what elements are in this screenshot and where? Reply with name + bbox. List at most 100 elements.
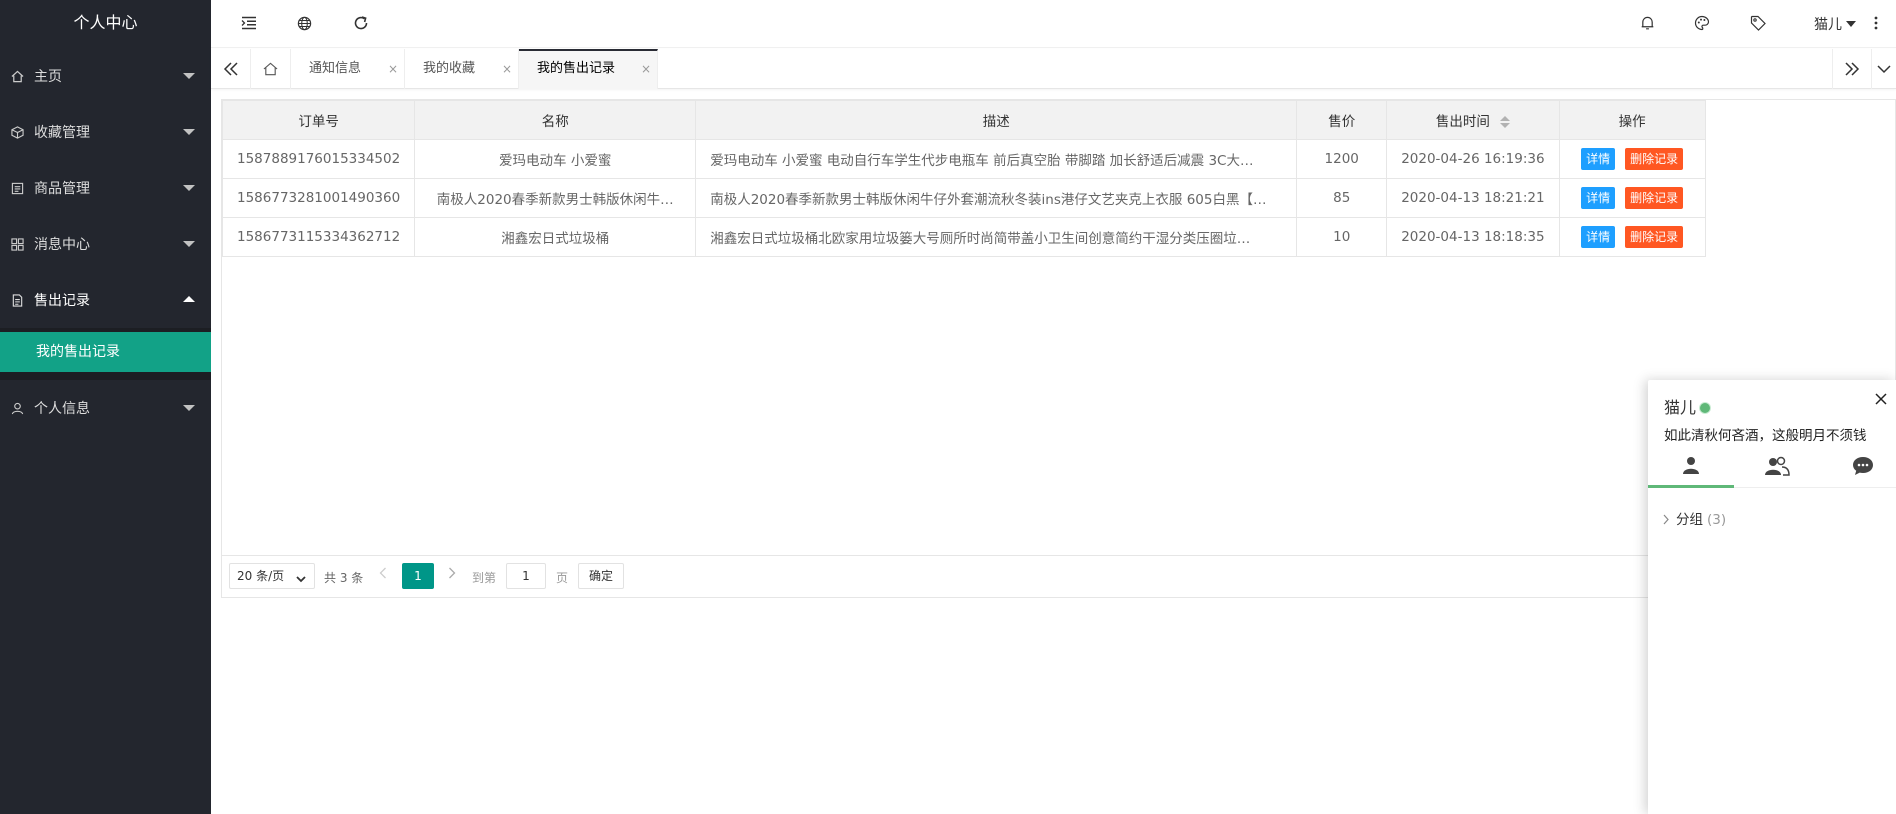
table-header-row: 订单号 名称 描述 售价 售出时间 操作 bbox=[221, 100, 1706, 140]
detail-button[interactable]: 详情 bbox=[1581, 187, 1616, 209]
delete-record-button[interactable]: 删除记录 bbox=[1625, 148, 1684, 170]
sidebar-item-label: 商品管理 bbox=[34, 181, 90, 197]
caret-down-icon bbox=[183, 73, 195, 79]
chat-signature: 如此清秋何吝酒，这般明月不须钱 bbox=[1664, 428, 1867, 444]
goto-confirm-button[interactable]: 确定 bbox=[578, 563, 624, 589]
cell-actions: 详情 删除记录 bbox=[1558, 139, 1706, 179]
close-icon[interactable] bbox=[1874, 392, 1888, 410]
tabs-menu-chevron-down-icon[interactable] bbox=[1872, 49, 1896, 89]
close-icon[interactable]: × bbox=[502, 49, 512, 89]
close-icon[interactable]: × bbox=[388, 49, 398, 89]
total-count: 共 3 条 bbox=[324, 571, 364, 585]
bell-icon[interactable] bbox=[1636, 12, 1658, 34]
tabs-scroll-right-icon[interactable] bbox=[1832, 49, 1872, 89]
table-row: 1586773115334362712 湘鑫宏日式垃圾桶 湘鑫宏日式垃圾桶北欧家… bbox=[221, 217, 1706, 257]
palette-icon[interactable] bbox=[1691, 12, 1713, 34]
sidebar-item-label: 主页 bbox=[34, 69, 62, 85]
cell-price: 85 bbox=[1296, 178, 1388, 218]
col-sold-time-label: 售出时间 bbox=[1435, 114, 1490, 130]
page-unit-label: 页 bbox=[556, 571, 569, 585]
home-icon bbox=[10, 69, 24, 83]
cell-order-no: 1586773281001490360 bbox=[221, 178, 416, 218]
menu-fold-icon[interactable] bbox=[238, 12, 260, 34]
next-page-icon[interactable] bbox=[448, 567, 456, 583]
group-icon bbox=[1764, 456, 1790, 480]
sales-table: 订单号 名称 描述 售价 售出时间 操作 1587889176015334502… bbox=[221, 100, 1706, 257]
tab-bar: 通知信息 × 我的收藏 × 我的售出记录 × bbox=[211, 49, 1896, 89]
cell-desc: 南极人2020春季新款男士韩版休闲牛仔外套潮流秋冬装ins港仔文艺夹克上衣服 6… bbox=[695, 178, 1298, 218]
sidebar-item-profile[interactable]: 个人信息 bbox=[0, 380, 211, 436]
more-vertical-icon[interactable] bbox=[1869, 12, 1883, 34]
person-icon bbox=[1681, 455, 1701, 479]
sidebar-item-home[interactable]: 主页 bbox=[0, 48, 211, 104]
chat-bubble-icon bbox=[1852, 456, 1874, 480]
cell-desc: 爱玛电动车 小爱蜜 电动自行车学生代步电瓶车 前后真空胎 带脚踏 加长舒适后减震… bbox=[695, 139, 1298, 179]
sidebar-item-products[interactable]: 商品管理 bbox=[0, 160, 211, 216]
col-order-no: 订单号 bbox=[221, 100, 416, 140]
tab-home-icon[interactable] bbox=[251, 49, 291, 89]
tab-label: 通知信息 bbox=[309, 61, 362, 76]
goto-page-input[interactable]: 1 bbox=[506, 563, 546, 589]
cell-order-no: 1587889176015334502 bbox=[221, 139, 416, 179]
current-page-button[interactable]: 1 bbox=[402, 563, 434, 589]
col-sold-time[interactable]: 售出时间 bbox=[1386, 100, 1560, 140]
table-row: 1587889176015334502 爱玛电动车 小爱蜜 爱玛电动车 小爱蜜 … bbox=[221, 139, 1706, 179]
tab-label: 我的售出记录 bbox=[537, 61, 616, 76]
sidebar: 个人中心 主页 收藏管理 商品管理 消息中心 售出记录 我的售出记录 个人信息 bbox=[0, 0, 211, 814]
cell-price: 1200 bbox=[1296, 139, 1388, 179]
cell-actions: 详情 删除记录 bbox=[1558, 217, 1706, 257]
caret-down-icon bbox=[183, 185, 195, 191]
cell-time: 2020-04-13 18:18:35 bbox=[1386, 217, 1560, 257]
chat-panel: 猫儿 如此清秋何吝酒，这般明月不须钱 分组 (3) bbox=[1648, 380, 1896, 814]
top-header: 猫儿 bbox=[211, 0, 1896, 48]
caret-down-icon bbox=[183, 129, 195, 135]
sidebar-item-my-sales[interactable]: 我的售出记录 bbox=[0, 332, 211, 372]
page-size-select[interactable]: 20 条/页 bbox=[229, 563, 315, 589]
sidebar-item-messages[interactable]: 消息中心 bbox=[0, 216, 211, 272]
cell-actions: 详情 删除记录 bbox=[1558, 178, 1706, 218]
tag-icon[interactable] bbox=[1747, 12, 1769, 34]
cell-time: 2020-04-13 18:21:21 bbox=[1386, 178, 1560, 218]
cell-price: 10 bbox=[1296, 217, 1388, 257]
sidebar-title: 个人中心 bbox=[73, 13, 138, 32]
chevron-right-icon bbox=[1662, 512, 1676, 528]
delete-record-button[interactable]: 删除记录 bbox=[1625, 226, 1684, 248]
chat-user: 猫儿 bbox=[1664, 394, 1711, 418]
sidebar-item-label: 消息中心 bbox=[34, 237, 90, 253]
tab-groups[interactable] bbox=[1734, 448, 1820, 488]
col-name: 名称 bbox=[414, 100, 697, 140]
cell-order-no: 1586773115334362712 bbox=[221, 217, 416, 257]
detail-button[interactable]: 详情 bbox=[1581, 148, 1616, 170]
tab-friends[interactable] bbox=[1648, 448, 1734, 488]
tab-my-sales[interactable]: 我的售出记录 × bbox=[519, 49, 658, 89]
friend-group[interactable]: 分组 (3) bbox=[1662, 508, 1726, 528]
group-count: (3) bbox=[1707, 512, 1727, 528]
globe-icon[interactable] bbox=[293, 12, 315, 34]
close-icon[interactable]: × bbox=[641, 51, 651, 87]
box-icon bbox=[10, 125, 24, 139]
chat-tabs bbox=[1648, 448, 1896, 488]
caret-down-icon bbox=[1846, 21, 1856, 27]
sort-icon[interactable] bbox=[1499, 116, 1510, 128]
refresh-icon[interactable] bbox=[350, 12, 372, 34]
list-icon bbox=[10, 181, 24, 195]
col-price: 售价 bbox=[1296, 100, 1388, 140]
caret-down-icon bbox=[183, 405, 195, 411]
cell-name: 湘鑫宏日式垃圾桶 bbox=[414, 217, 697, 257]
tab-label: 我的收藏 bbox=[423, 61, 476, 76]
document-icon bbox=[10, 293, 24, 307]
tabs-scroll-left-icon[interactable] bbox=[211, 49, 251, 89]
prev-page-icon[interactable] bbox=[379, 567, 387, 583]
cell-time: 2020-04-26 16:19:36 bbox=[1386, 139, 1560, 179]
tab-favorites[interactable]: 我的收藏 × bbox=[405, 49, 519, 89]
tab-notifications[interactable]: 通知信息 × bbox=[291, 49, 405, 89]
sidebar-item-sales[interactable]: 售出记录 bbox=[0, 272, 211, 328]
sales-table-panel: 订单号 名称 描述 售价 售出时间 操作 1587889176015334502… bbox=[221, 99, 1896, 598]
caret-up-icon bbox=[183, 296, 195, 302]
sidebar-item-favorites[interactable]: 收藏管理 bbox=[0, 104, 211, 160]
user-menu[interactable]: 猫儿 bbox=[1814, 14, 1856, 34]
delete-record-button[interactable]: 删除记录 bbox=[1625, 187, 1684, 209]
detail-button[interactable]: 详情 bbox=[1581, 226, 1616, 248]
tab-chats[interactable] bbox=[1820, 448, 1896, 488]
user-name: 猫儿 bbox=[1814, 17, 1842, 33]
